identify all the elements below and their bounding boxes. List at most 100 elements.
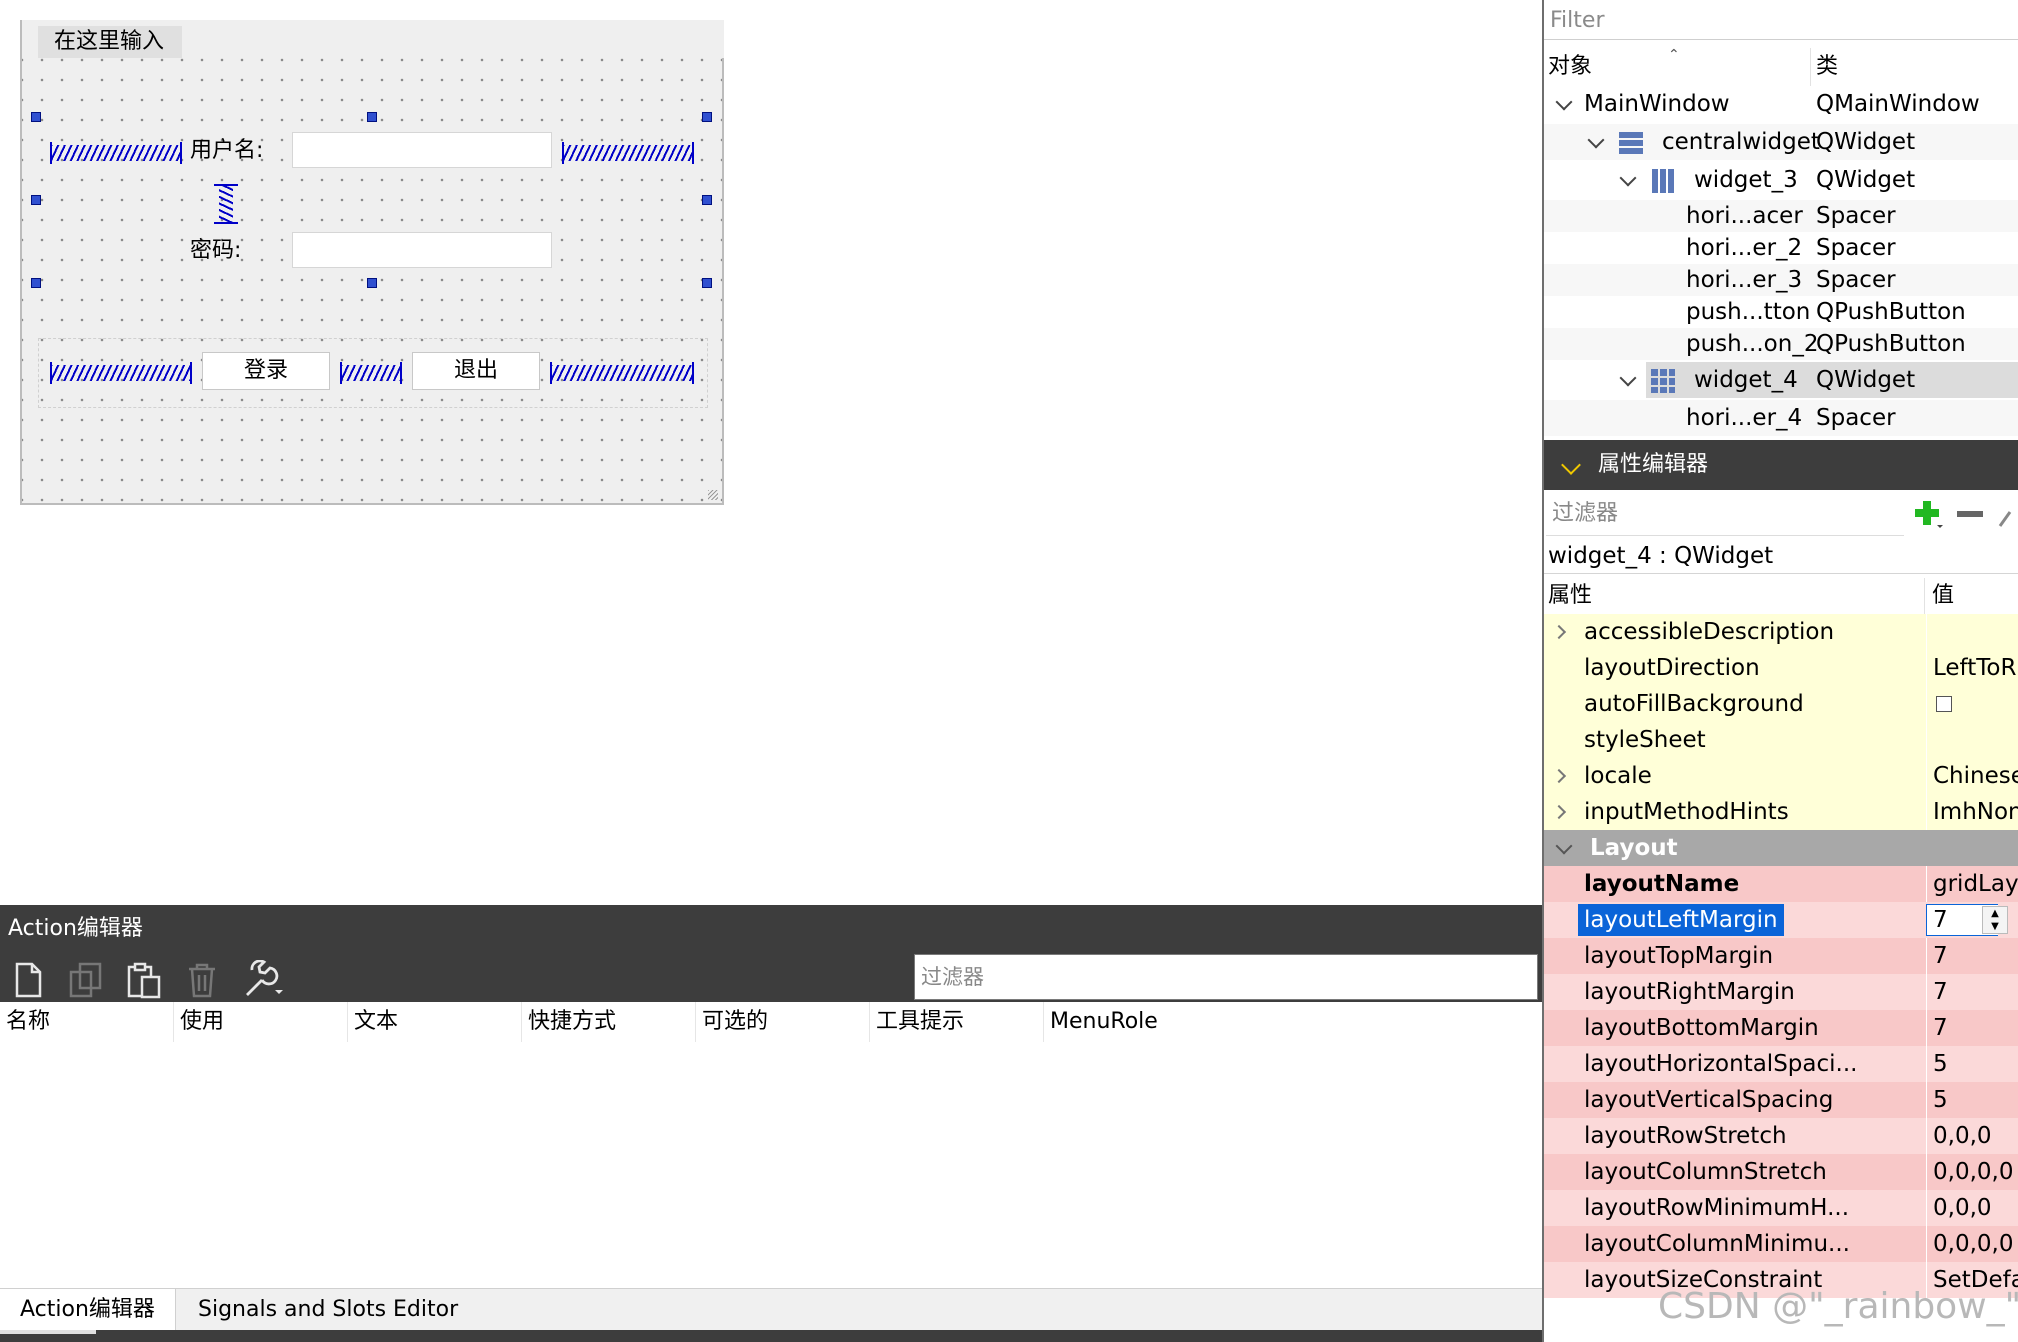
property-value[interactable]: 0,0,0 <box>1926 1190 2018 1226</box>
property-value[interactable]: 5 <box>1926 1046 2018 1082</box>
property-value[interactable] <box>1926 614 2018 650</box>
tree-row-widget4[interactable]: widget_4 QWidget <box>1544 362 2018 398</box>
username-input[interactable] <box>292 132 552 168</box>
property-column-header[interactable]: 属性 <box>1548 578 1592 614</box>
size-grip[interactable] <box>708 490 718 500</box>
property-row[interactable]: layoutName gridLayout <box>1544 866 2018 902</box>
horizontal-spacer[interactable] <box>50 362 192 384</box>
class-column-header[interactable]: 类 <box>1816 48 1838 86</box>
selection-handle[interactable] <box>367 278 377 288</box>
login-button[interactable]: 登录 <box>202 352 330 390</box>
selection-handle[interactable] <box>31 195 41 205</box>
property-row[interactable]: layoutDirection LeftToRight <box>1544 650 2018 686</box>
configure-wrench-icon[interactable] <box>240 960 286 1000</box>
collapse-chevron-icon[interactable] <box>1555 837 1573 855</box>
property-value[interactable]: 0,0,0,0 <box>1926 1154 2018 1190</box>
column-header-name[interactable]: 名称 <box>0 1002 174 1042</box>
property-value[interactable]: 7 <box>1926 1010 2018 1046</box>
horizontal-spacer[interactable] <box>562 142 694 164</box>
property-filter-input[interactable]: 过滤器 <box>1546 492 1904 536</box>
tree-row-spacer[interactable]: hori...acer Spacer <box>1544 200 2018 232</box>
tree-row-centralwidget[interactable]: centralwidget QWidget <box>1544 124 2018 160</box>
tab-signals-slots-editor[interactable]: Signals and Slots Editor <box>178 1289 478 1331</box>
property-value[interactable]: 0,0,0,0 <box>1926 1226 2018 1262</box>
property-row[interactable]: layoutBottomMargin 7 <box>1544 1010 2018 1046</box>
property-value[interactable] <box>1926 722 2018 758</box>
tab-action-editor[interactable]: Action编辑器 <box>0 1289 176 1331</box>
expand-chevron-icon[interactable] <box>1551 804 1567 820</box>
design-form[interactable]: 在这里输入 用户名: 密码: 登录 退出 <box>20 20 724 505</box>
delete-action-icon[interactable] <box>182 960 222 1000</box>
property-row[interactable]: layoutRowMinimumH... 0,0,0 <box>1544 1190 2018 1226</box>
tree-row-spacer[interactable]: hori...er_3 Spacer <box>1544 264 2018 296</box>
tree-row-pushbutton[interactable]: push...on_2 QPushButton <box>1544 328 2018 360</box>
tree-row-pushbutton[interactable]: push...tton QPushButton <box>1544 296 2018 328</box>
menu-placeholder[interactable]: 在这里输入 <box>38 26 182 58</box>
tree-row-mainwindow[interactable]: MainWindow QMainWindow <box>1544 88 2018 120</box>
object-column-header[interactable]: 对象 <box>1548 48 1592 86</box>
property-row[interactable]: styleSheet <box>1544 722 2018 758</box>
expand-chevron-icon[interactable] <box>1555 93 1573 111</box>
horizontal-spacer[interactable] <box>550 362 694 384</box>
configure-icon[interactable] <box>1996 498 2016 530</box>
property-row[interactable]: accessibleDescription <box>1544 614 2018 650</box>
property-row[interactable]: layoutVerticalSpacing 5 <box>1544 1082 2018 1118</box>
property-value[interactable]: 0,0,0 <box>1926 1118 2018 1154</box>
column-header-shortcut[interactable]: 快捷方式 <box>522 1002 696 1042</box>
exit-button[interactable]: 退出 <box>412 352 540 390</box>
property-row[interactable]: layoutRightMargin 7 <box>1544 974 2018 1010</box>
expand-chevron-icon[interactable] <box>1619 369 1637 387</box>
property-value[interactable]: 7 <box>1926 974 2018 1010</box>
selection-handle[interactable] <box>702 112 712 122</box>
property-row[interactable]: layoutHorizontalSpaci... 5 <box>1544 1046 2018 1082</box>
property-row-selected[interactable]: layoutLeftMargin 7 ▲ ▼ <box>1544 902 2018 938</box>
selection-handle[interactable] <box>702 195 712 205</box>
horizontal-spacer[interactable] <box>50 142 182 164</box>
column-header-used[interactable]: 使用 <box>174 1002 348 1042</box>
paste-action-icon[interactable] <box>124 960 164 1000</box>
tree-row-spacer[interactable]: hori...er_4 Spacer <box>1544 400 2018 436</box>
expand-chevron-icon[interactable] <box>1619 169 1637 187</box>
column-header-text[interactable]: 文本 <box>348 1002 522 1042</box>
selection-handle[interactable] <box>367 112 377 122</box>
expand-chevron-icon[interactable] <box>1551 624 1567 640</box>
property-row[interactable]: inputMethodHints ImhNone <box>1544 794 2018 830</box>
selection-handle[interactable] <box>31 278 41 288</box>
selection-handle[interactable] <box>31 112 41 122</box>
property-value[interactable]: LeftToRight <box>1926 650 2018 686</box>
object-filter-input[interactable]: Filter <box>1544 2 2018 40</box>
layout-section-header[interactable]: Layout <box>1544 830 2018 866</box>
property-row[interactable]: locale Chinese, China <box>1544 758 2018 794</box>
property-value[interactable]: 7 <box>1926 938 2018 974</box>
column-header-tooltip[interactable]: 工具提示 <box>870 1002 1044 1042</box>
property-value[interactable]: gridLayout <box>1926 866 2018 902</box>
column-header-checkable[interactable]: 可选的 <box>696 1002 870 1042</box>
property-value[interactable]: ImhNone <box>1926 794 2018 830</box>
remove-property-icon[interactable] <box>1954 498 1986 530</box>
new-action-icon[interactable] <box>8 960 48 1000</box>
property-row[interactable]: layoutColumnStretch 0,0,0,0 <box>1544 1154 2018 1190</box>
property-row[interactable]: layoutRowStretch 0,0,0 <box>1544 1118 2018 1154</box>
add-property-icon[interactable] <box>1912 498 1944 530</box>
selection-handle[interactable] <box>702 278 712 288</box>
tree-row-spacer[interactable]: hori...er_2 Spacer <box>1544 232 2018 264</box>
horizontal-spacer[interactable] <box>340 362 402 384</box>
column-header-menurole[interactable]: MenuRole <box>1044 1002 1244 1042</box>
spinbox-arrows-icon[interactable]: ▲ ▼ <box>1982 906 2008 934</box>
copy-action-icon[interactable] <box>66 960 106 1000</box>
property-row[interactable]: layoutColumnMinimu... 0,0,0,0 <box>1544 1226 2018 1262</box>
collapse-chevron-icon[interactable] <box>1561 455 1581 475</box>
property-row[interactable]: layoutTopMargin 7 <box>1544 938 2018 974</box>
action-filter-input[interactable]: 过滤器 <box>914 954 1538 1000</box>
vertical-spacer[interactable] <box>214 184 238 224</box>
tree-object-class: Spacer <box>1816 235 1896 261</box>
value-column-header[interactable]: 值 <box>1932 578 1954 614</box>
autofill-checkbox[interactable] <box>1936 696 1952 712</box>
property-row[interactable]: autoFillBackground <box>1544 686 2018 722</box>
property-value[interactable]: Chinese, China <box>1926 758 2018 794</box>
expand-chevron-icon[interactable] <box>1551 768 1567 784</box>
property-value[interactable]: 5 <box>1926 1082 2018 1118</box>
tree-row-widget3[interactable]: widget_3 QWidget <box>1544 162 2018 198</box>
expand-chevron-icon[interactable] <box>1587 131 1605 149</box>
password-input[interactable] <box>292 232 552 268</box>
